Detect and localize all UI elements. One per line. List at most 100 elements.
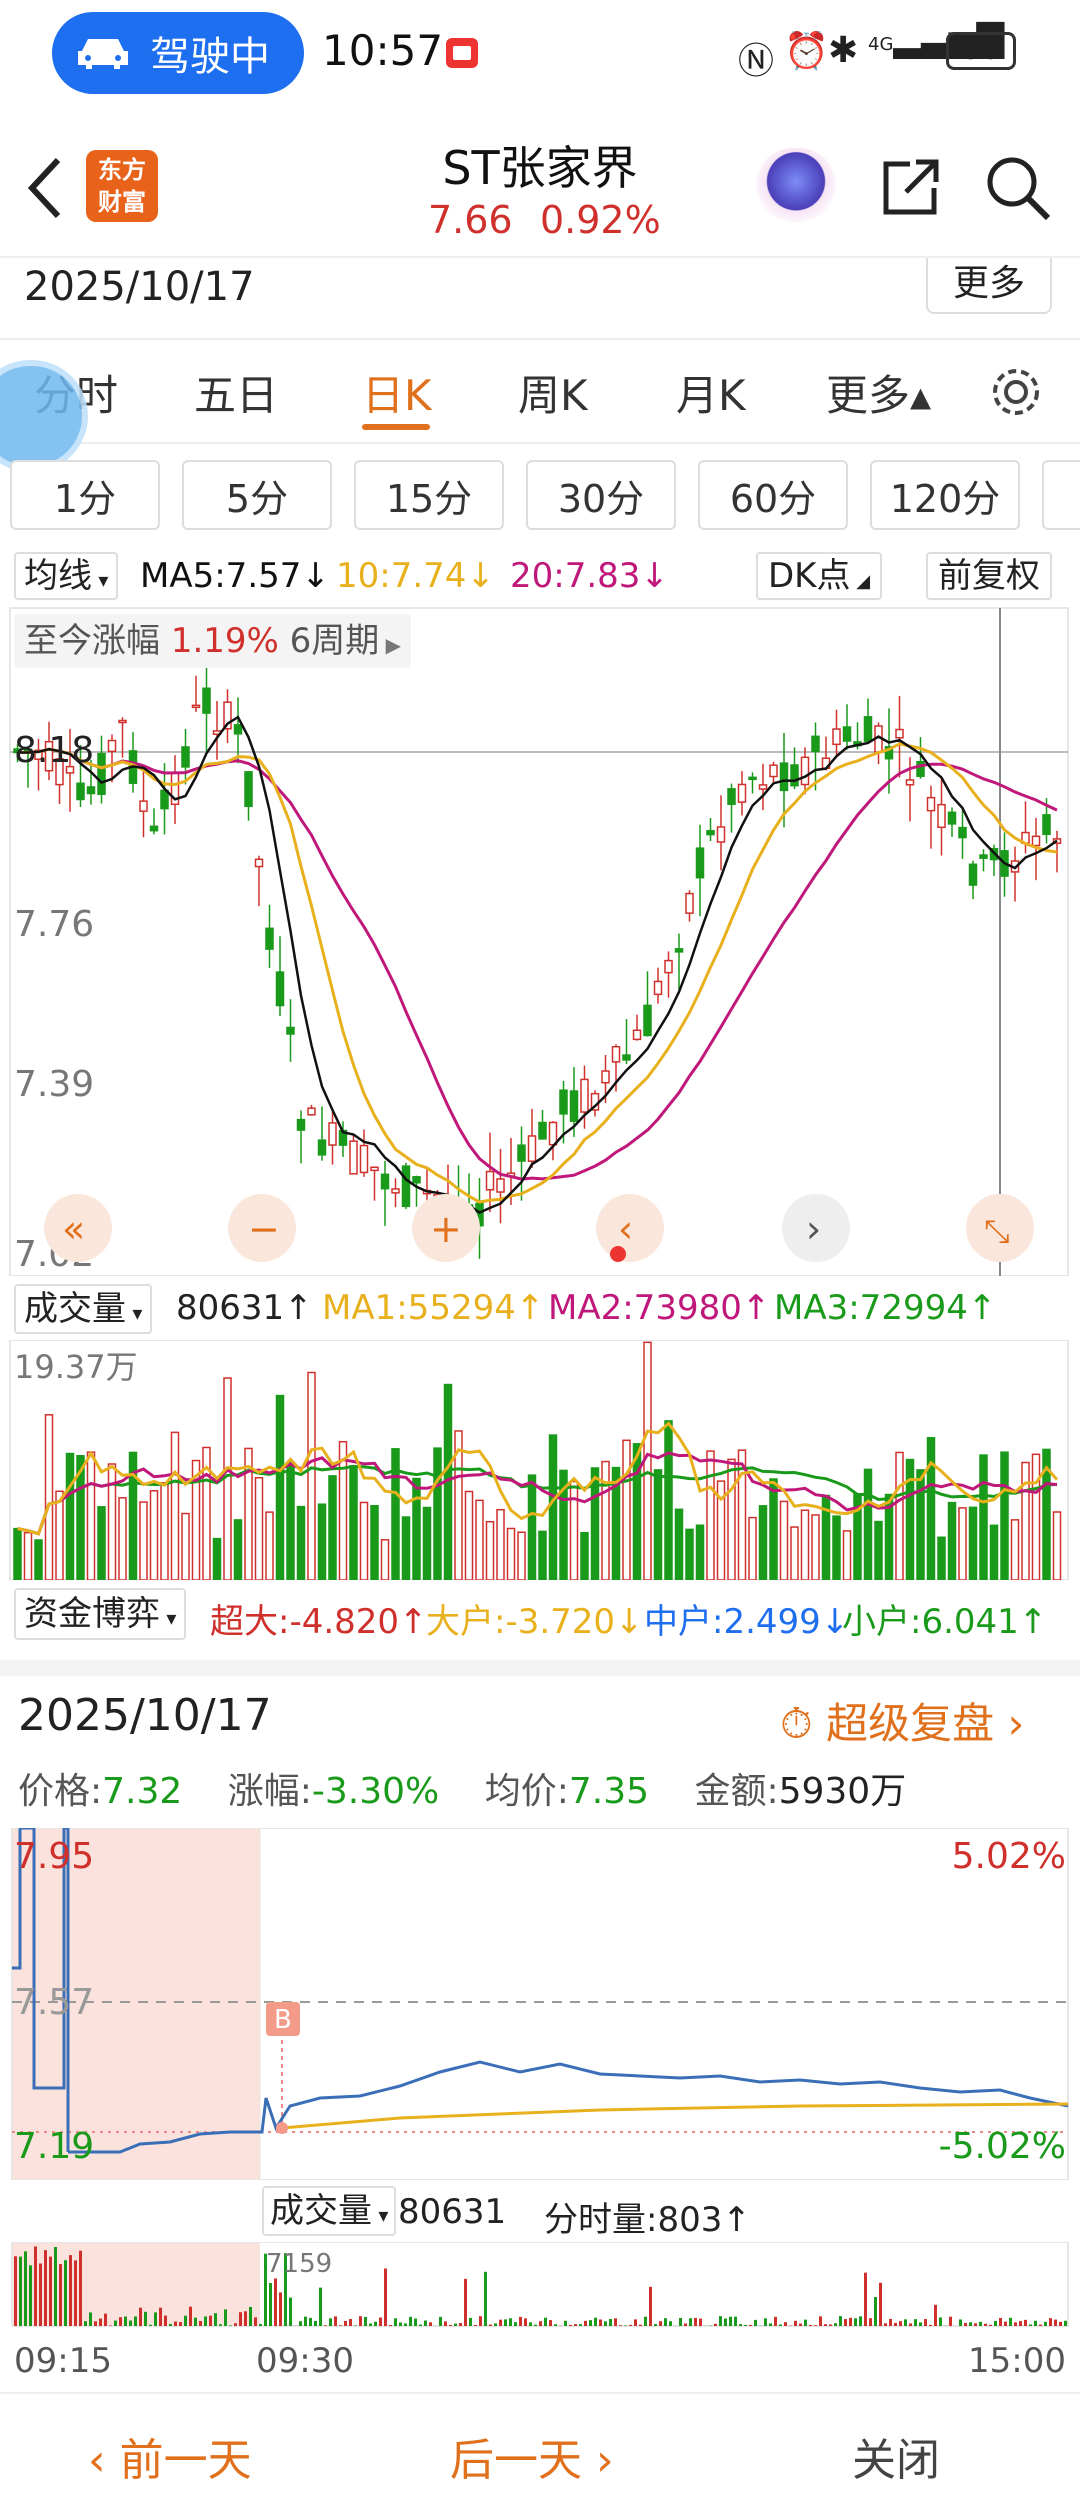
y-label-7-39: 7.39 xyxy=(14,1064,94,1105)
minute-subtabs: 1分 5分 15分 30分 60分 120分 xyxy=(0,448,1080,538)
candle-body xyxy=(107,739,117,753)
dk-point-button[interactable]: DK点 ◢ xyxy=(756,552,883,600)
candle-body xyxy=(716,826,726,843)
candle-body xyxy=(548,1121,558,1146)
candle-body xyxy=(412,1176,421,1184)
intraday-volume-value: 80631 xyxy=(398,2192,507,2232)
replay-label: 超级复盘 xyxy=(826,1699,995,1748)
intraday-volume-bar xyxy=(719,2316,722,2326)
subtab-120min[interactable]: 120分 xyxy=(870,460,1020,530)
intraday-volume-bar xyxy=(139,2307,142,2326)
intraday-volume-bar xyxy=(24,2251,27,2326)
robot-avatar-icon[interactable] xyxy=(756,148,836,222)
subtab-30min[interactable]: 30分 xyxy=(526,460,676,530)
subtab-15min[interactable]: 15分 xyxy=(354,460,504,530)
adjust-mode-button[interactable]: 前复权 xyxy=(926,552,1052,600)
volume-bar xyxy=(874,1520,883,1580)
volume-bar xyxy=(160,1482,169,1580)
next-day-button[interactable]: 后一天 › xyxy=(450,2424,614,2488)
intraday-volume-bar xyxy=(939,2317,942,2326)
intraday-volume-bar xyxy=(609,2318,612,2326)
search-icon[interactable] xyxy=(984,154,1054,224)
gain-since-badge[interactable]: 至今涨幅 1.19% 6周期 ▶ xyxy=(14,614,412,668)
intraday-volume-selector[interactable]: 成交量 ▾ xyxy=(262,2186,397,2236)
candle-body xyxy=(779,762,789,792)
intraday-volume-bar xyxy=(299,2321,302,2326)
volume-bar xyxy=(13,1527,22,1580)
gain-label: 至今涨幅 xyxy=(24,621,160,661)
capital-flow-legend: 资金博弈 ▾ 超大:-4.820↑ 大户:-3.720↓ 中户:2.499↓ 小… xyxy=(0,1586,1080,1646)
tab-daily-k[interactable]: 日K xyxy=(362,362,432,423)
intraday-volume-chart[interactable]: 7159 09:15 09:30 15:00 xyxy=(0,2242,1080,2390)
candle-body xyxy=(328,1122,337,1146)
candle-body xyxy=(622,1054,631,1061)
volume-selector[interactable]: 成交量 ▾ xyxy=(14,1284,153,1334)
driving-mode-pill[interactable]: 驾驶中 xyxy=(52,12,304,94)
subtab-5min[interactable]: 5分 xyxy=(182,460,332,530)
candle-body xyxy=(370,1166,379,1172)
stock-change: 0.92% xyxy=(540,198,661,242)
ma-legend: 均线 ▾ MA5:7.57↓ 10:7.74↓ 20:7.83↓ DK点 ◢ 前… xyxy=(0,546,1080,606)
candle-body xyxy=(769,764,778,778)
close-button[interactable]: 关闭 xyxy=(852,2424,940,2488)
indicator-dot xyxy=(610,1246,626,1262)
tab-more[interactable]: 更多▴ xyxy=(826,362,931,423)
intraday-chart[interactable]: B 7.95 7.57 7.19 5.02% -5.02% xyxy=(0,1828,1080,2180)
volume-bar xyxy=(989,1524,999,1580)
back-icon[interactable] xyxy=(24,156,64,220)
subtab-overflow[interactable] xyxy=(1042,460,1080,530)
settings-gear-icon[interactable] xyxy=(986,362,1046,422)
intraday-volume-bar xyxy=(914,2319,917,2326)
candlestick-chart[interactable]: 8.18 7.76 7.39 7.02 « − + ‹ › ⤡ xyxy=(0,606,1080,1276)
intraday-volume-bar xyxy=(579,2324,582,2326)
volume-bar xyxy=(422,1506,432,1580)
tab-weekly-k[interactable]: 周K xyxy=(518,362,588,423)
change-label: 涨幅: xyxy=(227,1771,312,1812)
intraday-volume-bar xyxy=(999,2317,1002,2326)
candle-body xyxy=(968,863,978,886)
volume-bar xyxy=(475,1499,484,1580)
subtab-60min[interactable]: 60分 xyxy=(698,460,848,530)
intraday-volume-bar xyxy=(259,2323,262,2326)
volume-bar xyxy=(664,1420,673,1580)
tab-monthly-k[interactable]: 月K xyxy=(676,362,746,423)
intraday-volume-bar xyxy=(219,2324,222,2326)
intraday-volume-bar xyxy=(274,2278,277,2326)
intraday-volume-bar xyxy=(234,2323,237,2326)
ma-selector[interactable]: 均线 ▾ xyxy=(14,552,119,600)
more-button[interactable]: 更多 xyxy=(926,258,1052,314)
intraday-volume-bar xyxy=(74,2260,77,2326)
intraday-volume-bar xyxy=(934,2304,937,2326)
intraday-volume-bar xyxy=(584,2320,587,2326)
candle-body xyxy=(317,1139,327,1156)
prev-day-button[interactable]: ‹ 前一天 xyxy=(88,2424,252,2488)
avg-value: 7.35 xyxy=(568,1771,649,1812)
intraday-volume-bar xyxy=(169,2323,172,2326)
intraday-volume-bar xyxy=(314,2320,317,2326)
candle-body xyxy=(244,771,253,808)
candle-body xyxy=(611,1046,621,1063)
volume-bar xyxy=(548,1434,558,1580)
candle-body xyxy=(233,724,243,735)
capital-selector[interactable]: 资金博弈 ▾ xyxy=(14,1588,187,1640)
intraday-volume-bar xyxy=(134,2316,137,2326)
period-tabs: 分时 五日 日K 周K 月K 更多▴ xyxy=(0,340,1080,472)
candle-body xyxy=(926,796,936,812)
intraday-volume-bar xyxy=(859,2316,862,2326)
app-logo[interactable]: 东方 财富 xyxy=(86,150,158,222)
intraday-volume-bar xyxy=(189,2306,192,2326)
volume-value: 80631↑ xyxy=(176,1288,313,1328)
intraday-volume-bar xyxy=(904,2319,907,2326)
notification-icon xyxy=(446,38,478,68)
intraday-volume-bar xyxy=(394,2318,397,2326)
super-replay-link[interactable]: ⏱ 超级复盘 › xyxy=(780,1690,1024,1751)
share-icon[interactable] xyxy=(876,154,942,220)
intraday-volume-bar xyxy=(1059,2321,1062,2326)
candle-body xyxy=(359,1144,369,1174)
alarm-icon: ⏰ xyxy=(784,31,829,72)
tab-five-day[interactable]: 五日 xyxy=(194,362,278,423)
volume-chart[interactable]: 19.37万 xyxy=(0,1340,1080,1580)
subtab-1min[interactable]: 1分 xyxy=(10,460,160,530)
intraday-volume-bar xyxy=(389,2324,392,2326)
volume-bar xyxy=(674,1508,684,1580)
